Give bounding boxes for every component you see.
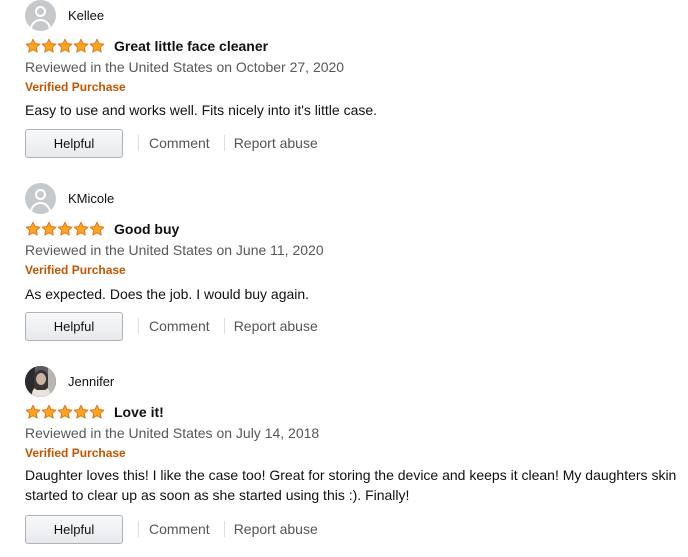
report-abuse-link[interactable]: Report abuse <box>234 134 318 152</box>
star-icon <box>41 404 57 419</box>
divider <box>138 521 139 537</box>
helpful-button[interactable]: Helpful <box>25 311 123 341</box>
divider <box>138 318 139 334</box>
avatar <box>25 0 56 31</box>
star-icon <box>41 221 57 236</box>
reviewer-name: Kellee <box>68 7 105 23</box>
reviewer-profile[interactable]: Jennifer <box>25 366 114 397</box>
helpful-button[interactable]: Helpful <box>25 128 123 158</box>
divider <box>223 135 225 151</box>
star-icon <box>89 221 105 236</box>
star-icon <box>73 38 89 53</box>
helpful-button[interactable]: Helpful <box>25 514 123 544</box>
star-icon <box>89 404 105 419</box>
star-icon <box>25 404 41 419</box>
star-icon <box>57 38 73 53</box>
reviewer-profile[interactable]: KMicole <box>25 183 114 214</box>
verified-purchase-badge: Verified Purchase <box>25 263 126 277</box>
comment-link[interactable]: Comment <box>149 317 210 335</box>
star-icon <box>89 38 105 53</box>
divider <box>223 318 225 334</box>
star-icon <box>73 221 89 236</box>
avatar <box>25 183 56 214</box>
reviewer-profile[interactable]: Kellee <box>25 0 104 31</box>
review-date: Reviewed in the United States on June 11… <box>25 242 324 258</box>
divider <box>138 135 139 151</box>
reviewer-name: Jennifer <box>68 373 115 389</box>
report-abuse-link[interactable]: Report abuse <box>234 317 318 335</box>
star-rating[interactable] <box>25 221 105 237</box>
star-icon <box>41 38 57 53</box>
avatar <box>25 366 56 397</box>
review-title[interactable]: Love it! <box>114 403 164 421</box>
review-title[interactable]: Great little face cleaner <box>114 37 268 55</box>
verified-purchase-badge: Verified Purchase <box>25 80 126 94</box>
review-date: Reviewed in the United States on July 14… <box>25 425 320 441</box>
review-date: Reviewed in the United States on October… <box>25 59 345 75</box>
review-item: KMicole Good buy Reviewed in the United … <box>0 183 688 366</box>
review-item: Kellee Great little face cleaner Reviewe… <box>0 0 688 183</box>
star-icon <box>25 221 41 236</box>
review-title[interactable]: Good buy <box>114 220 179 238</box>
verified-purchase-badge: Verified Purchase <box>25 446 126 460</box>
star-icon <box>57 221 73 236</box>
review-item: Jennifer Love it! Reviewed in the United… <box>0 366 688 557</box>
star-icon <box>57 404 73 419</box>
report-abuse-link[interactable]: Report abuse <box>234 520 318 538</box>
star-rating[interactable] <box>25 38 105 54</box>
comment-link[interactable]: Comment <box>149 134 210 152</box>
star-rating[interactable] <box>25 404 105 420</box>
star-icon <box>25 38 41 53</box>
review-body: Easy to use and works well. Fits nicely … <box>25 102 378 118</box>
comment-link[interactable]: Comment <box>149 520 210 538</box>
reviewer-name: KMicole <box>68 190 115 206</box>
review-body: As expected. Does the job. I would buy a… <box>25 286 310 302</box>
review-body: Daughter loves this! I like the case too… <box>25 467 677 503</box>
divider <box>223 521 225 537</box>
star-icon <box>73 404 89 419</box>
